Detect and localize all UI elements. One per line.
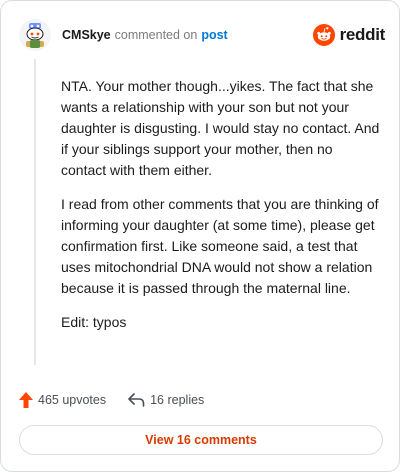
username[interactable]: CMSkye [62, 27, 111, 43]
action-text: commented on [114, 28, 198, 42]
upvote-count: 465 upvotes [38, 393, 107, 407]
comment-paragraph: I read from other comments that you are … [61, 196, 379, 296]
comment-header: CMSkye commented on post reddit [19, 17, 385, 53]
upvote-arrow-icon [19, 392, 33, 408]
comment-paragraph: NTA. Your mother though...yikes. The fac… [61, 78, 380, 178]
reply-stat[interactable]: 16 replies [128, 393, 204, 407]
upvote-stat[interactable]: 465 upvotes [19, 392, 106, 408]
reply-arrow-icon [128, 393, 145, 407]
user-avatar[interactable] [19, 19, 51, 51]
snoo-avatar-icon [19, 19, 51, 51]
view-comments-button[interactable]: View 16 comments [19, 425, 383, 455]
comment-body: NTA. Your mother though...yikes. The fac… [61, 76, 381, 346]
comment-stats: 465 upvotes 16 replies [19, 389, 204, 411]
comment-card: CMSkye commented on post reddit NTA. You… [0, 0, 400, 472]
comment-meta: CMSkye commented on post [62, 27, 228, 43]
reddit-wordmark: reddit [339, 25, 386, 44]
reddit-logo[interactable]: reddit [312, 24, 386, 46]
reply-count: 16 replies [150, 393, 205, 407]
post-link[interactable]: post [201, 27, 227, 43]
reddit-logo-icon [312, 24, 335, 46]
comment-paragraph: Edit: typos [61, 314, 127, 330]
thread-line[interactable] [34, 59, 36, 365]
